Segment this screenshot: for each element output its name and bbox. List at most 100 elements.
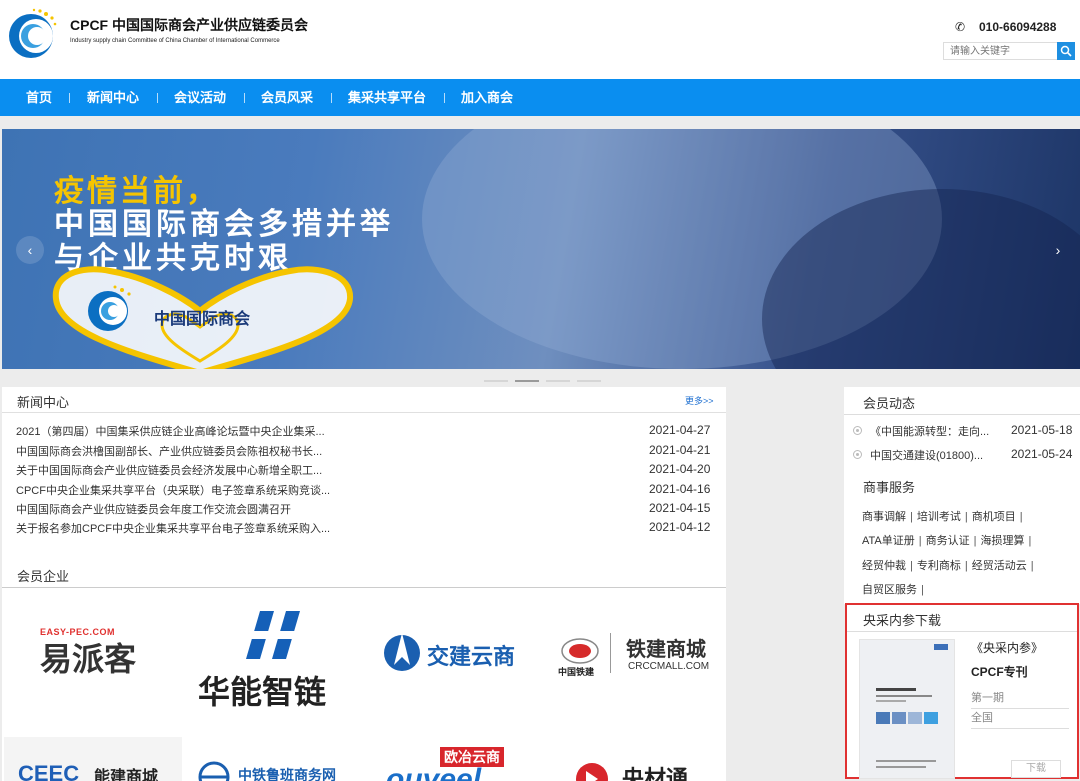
nav-item-news[interactable]: 新闻中心 <box>87 79 139 116</box>
services-row: 自贸区服务 | <box>862 584 924 596</box>
nav-separator <box>244 93 245 103</box>
main-nav: 首页 新闻中心 会议活动 会员风采 集采共享平台 加入商会 <box>0 79 1080 116</box>
news-item[interactable]: 中国国际商会产业供应链委员会年度工作交流会圆满召开 2021-04-15 <box>2 501 726 520</box>
member-news-item-title[interactable]: 中国交通建设(01800)... <box>870 447 983 463</box>
member-news-item-date: 2021-05-18 <box>1011 423 1073 437</box>
cpcf-logo-icon[interactable] <box>6 6 60 60</box>
nav-separator <box>157 93 158 103</box>
publication-issue: 第一期 <box>971 689 1069 709</box>
nav-item-members[interactable]: 会员风采 <box>261 79 313 116</box>
site-title: CPCF 中国国际商会产业供应链委员会 <box>70 17 308 33</box>
ouyeel-wordmark-icon: ouyeel <box>386 763 482 781</box>
logo-crcc-name: 铁建商城 <box>626 639 706 661</box>
logo-yangcaitong-name: 央材通 <box>622 766 689 781</box>
nav-separator <box>331 93 332 103</box>
phone-number: 010-66094288 <box>979 20 1057 34</box>
news-item[interactable]: 关于中国国际商会产业供应链委员会经济发展中心新增全职工... 2021-04-2… <box>2 462 726 481</box>
service-link[interactable]: 培训考试 <box>917 511 961 523</box>
search-input[interactable] <box>944 43 1058 59</box>
news-item[interactable]: CPCF中央企业集采共享平台（央采联）电子签章系统采购竞谈... 2021-04… <box>2 482 726 501</box>
nav-separator <box>69 93 70 103</box>
service-link[interactable]: 海损理算 <box>980 535 1024 547</box>
search-button[interactable] <box>1057 42 1075 60</box>
member-news-item[interactable]: 中国交通建设(01800)... 2021-05-24 <box>844 447 1080 465</box>
search-icon <box>1060 45 1072 57</box>
logo-crcc-url: CRCCMALL.COM <box>628 661 710 672</box>
service-link[interactable]: 商机项目 <box>972 511 1016 523</box>
publication-name: 《央采内参》 <box>971 641 1044 655</box>
member-news-title: 会员动态 <box>863 396 916 411</box>
services-row: 经贸仲裁 | 专利商标 | 经贸活动云 | <box>862 560 1034 572</box>
service-link[interactable]: ATA单证册 <box>862 535 915 547</box>
news-item[interactable]: 2021（第四届）中国集采供应链企业高峰论坛暨中央企业集采... 2021-04… <box>2 423 726 442</box>
news-item-title[interactable]: 2021（第四届）中国集采供应链企业高峰论坛暨中央企业集采... <box>16 423 325 439</box>
download-box: 央采内参下载 《央采内参》 CPCF专刊 第一期 全国 下载 <box>845 603 1079 779</box>
divider <box>610 633 611 673</box>
logo-jiaojian[interactable]: 交建云商 <box>382 629 532 679</box>
services-title: 商事服务 <box>863 480 916 495</box>
banner-dot[interactable] <box>577 380 601 382</box>
members-title: 会员企业 <box>17 569 70 584</box>
bullet-icon <box>853 450 862 459</box>
logo-easypec[interactable]: EASY-PEC.COM 易派客 <box>40 627 160 687</box>
logo-nengjian[interactable]: CEEC 能建商城 <box>4 737 182 781</box>
news-item[interactable]: 关于报名参加CPCF中央企业集采共享平台电子签章系统采购入... 2021-04… <box>2 520 726 539</box>
news-item-title[interactable]: CPCF中央企业集采共享平台（央采联）电子签章系统采购竞谈... <box>16 482 330 498</box>
news-item-date: 2021-04-15 <box>649 501 711 515</box>
nav-item-home[interactable]: 首页 <box>26 79 52 116</box>
logo-luban[interactable]: 中铁鲁班商务网 <box>194 757 364 781</box>
nav-item-meetings[interactable]: 会议活动 <box>174 79 226 116</box>
service-link[interactable]: 专利商标 <box>917 560 961 572</box>
banner-next-button[interactable]: › <box>1044 236 1072 264</box>
divider <box>844 414 1080 415</box>
services-row: 商事调解 | 培训考试 | 商机项目 | <box>862 511 1023 523</box>
news-item-title[interactable]: 中国国际商会洪橹国副部长、产业供应链委员会陈祖权秘书长... <box>16 443 322 459</box>
news-item-title[interactable]: 关于报名参加CPCF中央企业集采共享平台电子签章系统采购入... <box>16 520 330 536</box>
crcc-mark-icon <box>561 638 599 664</box>
services-row: ATA单证册 | 商务认证 | 海损理算 | <box>862 535 1032 547</box>
logo-crcc-cn: 中国铁建 <box>558 667 595 677</box>
logo-ouyeel[interactable]: 欧冶云商 ouyeel <box>386 747 536 781</box>
member-news-item-title[interactable]: 《中国能源转型：走向... <box>870 423 989 439</box>
banner-prev-button[interactable]: ‹ <box>16 236 44 264</box>
download-title: 央采内参下载 <box>863 613 942 628</box>
news-item-title[interactable]: 关于中国国际商会产业供应链委员会经济发展中心新增全职工... <box>16 462 322 478</box>
publication-scope: 全国 <box>971 709 1069 729</box>
banner-badge-text: 中国国际商会 <box>154 311 251 328</box>
publication-subtitle: CPCF专刊 <box>971 665 1028 679</box>
logo-luban-name: 中铁鲁班商务网 <box>238 767 336 781</box>
divider <box>2 412 726 413</box>
logo-huaneng-name: 华能智链 <box>198 674 327 710</box>
jiaojian-mark-icon <box>384 633 420 671</box>
download-button[interactable]: 下载 <box>1011 760 1061 778</box>
logo-yangcaitong[interactable]: 央材通 <box>572 757 702 781</box>
service-link[interactable]: 商事调解 <box>862 511 906 523</box>
news-item[interactable]: 中国国际商会洪橹国副部长、产业供应链委员会陈祖权秘书长... 2021-04-2… <box>2 443 726 462</box>
news-more-link[interactable]: 更多>> <box>685 394 714 407</box>
hero-banner[interactable]: 疫情当前， 中国国际商会多措并举 与企业共克时艰 中国国际商会 <box>2 129 1080 369</box>
publication-cover[interactable] <box>859 639 955 779</box>
divider <box>2 587 726 588</box>
news-item-date: 2021-04-16 <box>649 482 711 496</box>
contact-phone: ✆ 010-66094288 <box>955 20 1056 34</box>
banner-dot-active[interactable] <box>515 380 539 382</box>
banner-dot[interactable] <box>546 380 570 382</box>
service-link[interactable]: 自贸区服务 <box>862 584 917 596</box>
news-title: 新闻中心 <box>17 395 70 410</box>
bullet-icon <box>853 426 862 435</box>
news-item-date: 2021-04-21 <box>649 443 711 457</box>
nav-item-join[interactable]: 加入商会 <box>461 79 513 116</box>
logo-crcc[interactable]: 中国铁建 铁建商城 CRCCMALL.COM <box>558 633 722 683</box>
news-item-title[interactable]: 中国国际商会产业供应链委员会年度工作交流会圆满召开 <box>16 501 291 517</box>
service-link[interactable]: 经贸活动云 <box>972 560 1027 572</box>
service-link[interactable]: 商务认证 <box>926 535 970 547</box>
logo-huaneng[interactable]: 华能智链 <box>198 611 358 711</box>
huaneng-mark-icon <box>246 611 300 659</box>
member-news-item[interactable]: 《中国能源转型：走向... 2021-05-18 <box>844 423 1080 441</box>
news-item-date: 2021-04-20 <box>649 462 711 476</box>
member-news-item-date: 2021-05-24 <box>1011 447 1073 461</box>
nengjian-mark-icon: CEEC <box>18 761 80 781</box>
service-link[interactable]: 经贸仲裁 <box>862 560 906 572</box>
nav-item-procurement[interactable]: 集采共享平台 <box>348 79 426 116</box>
banner-dot[interactable] <box>484 380 508 382</box>
